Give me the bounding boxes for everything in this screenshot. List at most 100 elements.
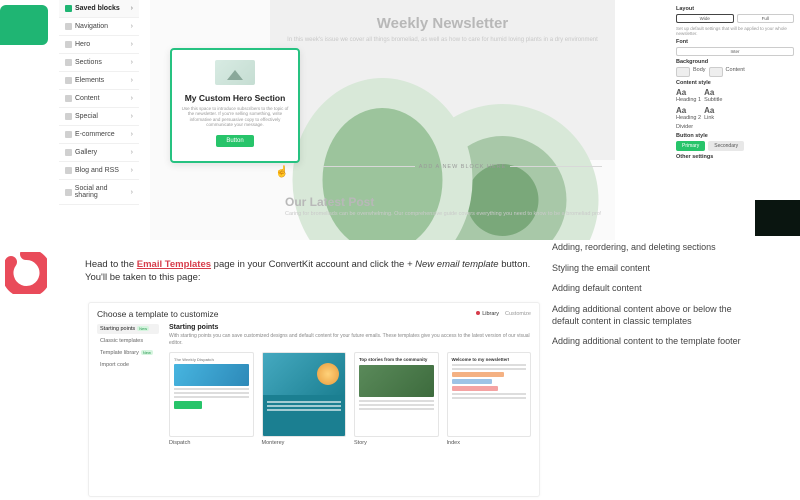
section-heading: Starting points — [169, 324, 531, 331]
tab-customize[interactable]: Customize — [505, 311, 531, 317]
template-thumb: Welcome to my newsletter! — [447, 352, 532, 437]
cat-import-code[interactable]: Import code — [97, 360, 159, 370]
dark-panel — [755, 200, 800, 236]
chevron-right-icon: › — [131, 23, 133, 30]
sidebar-item-label: Gallery — [75, 149, 97, 156]
sidebar-item-label: Content — [75, 95, 100, 102]
template-selector: Choose a template to customize Library C… — [88, 302, 540, 497]
template-card-index[interactable]: Welcome to my newsletter! Index — [447, 352, 532, 446]
blocks-sidebar: Saved blocks › Navigation › Hero › Sections… — [59, 0, 139, 205]
template-card-dispatch[interactable]: The Weekly Dispatch Dispatch — [169, 352, 254, 446]
sidebar-item-label: Saved blocks — [75, 5, 120, 12]
sidebar-item-saved-blocks[interactable]: Saved blocks › — [59, 0, 139, 18]
nav-icon — [65, 23, 72, 30]
layout-option-full[interactable]: Full — [737, 14, 795, 23]
brand-bubble — [0, 5, 48, 45]
chevron-right-icon: › — [131, 131, 133, 138]
latest-post-subtitle: Caring for bromeliads can be overwhelmin… — [285, 211, 601, 218]
content-style-label: Content style — [676, 80, 794, 86]
chevron-right-icon: › — [131, 113, 133, 120]
sidebar-item-sections[interactable]: Sections › — [59, 54, 139, 72]
add-block-dropzone[interactable]: ADD A NEW BLOCK HERE — [310, 160, 615, 174]
bg-swatch-content[interactable] — [709, 67, 723, 77]
sidebar-item-label: Elements — [75, 77, 104, 84]
editor-canvas[interactable]: Weekly Newsletter In this week's issue w… — [150, 0, 615, 240]
heading2-sample[interactable]: Aa — [676, 106, 686, 115]
sidebar-item-content[interactable]: Content › — [59, 90, 139, 108]
toc-item[interactable]: Styling the email content — [552, 263, 752, 275]
template-card-monterey[interactable]: Monterey — [262, 352, 347, 446]
button-name: + New email template — [407, 259, 499, 270]
toc-item[interactable]: Adding additional content to the templat… — [552, 336, 752, 348]
cursor-pointer-icon: ☝ — [275, 165, 289, 178]
heading1-sample[interactable]: Aa — [676, 88, 686, 97]
email-templates-link[interactable]: Email Templates — [137, 259, 211, 270]
chevron-right-icon: › — [131, 59, 133, 66]
dot-icon — [476, 311, 480, 315]
elements-icon — [65, 77, 72, 84]
sidebar-item-blog[interactable]: Blog and RSS› — [59, 162, 139, 180]
template-name: Monterey — [262, 440, 347, 446]
section-description: With starting points you can save custom… — [169, 333, 531, 346]
background-label: Background — [676, 59, 794, 65]
template-categories: Starting pointsNew Classic templates Tem… — [97, 324, 159, 446]
button-style-primary[interactable]: Primary — [676, 141, 705, 151]
template-name: Dispatch — [169, 440, 254, 446]
layout-label: Layout — [676, 6, 794, 12]
cat-starting-points[interactable]: Starting pointsNew — [97, 324, 159, 334]
font-select[interactable]: Inter — [676, 47, 794, 56]
gallery-icon — [65, 149, 72, 156]
chevron-right-icon: › — [131, 5, 133, 12]
sections-icon — [65, 59, 72, 66]
chevron-right-icon: › — [131, 189, 133, 196]
button-style-secondary[interactable]: Secondary — [708, 141, 744, 151]
hero-icon — [65, 41, 72, 48]
custom-hero-card[interactable]: My Custom Hero Section Use this space to… — [170, 48, 300, 163]
chevron-right-icon: › — [131, 95, 133, 102]
hero-card-button[interactable]: Button — [216, 135, 253, 147]
tab-library[interactable]: Library — [476, 311, 499, 317]
sidebar-item-ecommerce[interactable]: E-commerce › — [59, 126, 139, 144]
newsletter-title: Weekly Newsletter — [270, 15, 615, 32]
sidebar-item-social[interactable]: Social and sharing› — [59, 180, 139, 205]
toc-item[interactable]: Adding additional content above or below… — [552, 304, 752, 327]
layout-option-wide[interactable]: Wide — [676, 14, 734, 23]
sidebar-item-navigation[interactable]: Navigation › — [59, 18, 139, 36]
sidebar-item-gallery[interactable]: Gallery › — [59, 144, 139, 162]
sidebar-item-elements[interactable]: Elements › — [59, 72, 139, 90]
cat-library[interactable]: Template libraryNew — [97, 348, 159, 358]
chevron-right-icon: › — [131, 149, 133, 156]
badge-new: New — [137, 326, 149, 331]
template-card-story[interactable]: Top stories from the community Story — [354, 352, 439, 446]
ecommerce-icon — [65, 131, 72, 138]
link-sample[interactable]: Aa — [704, 106, 714, 115]
subtitle-sample[interactable]: Aa — [704, 88, 714, 97]
newsletter-subtitle: In this week's issue we cover all things… — [270, 36, 615, 44]
sidebar-item-label: Navigation — [75, 23, 108, 30]
sidebar-item-label: Hero — [75, 41, 90, 48]
hero-placeholder-image — [215, 60, 255, 85]
template-name: Story — [354, 440, 439, 446]
toc-item[interactable]: Adding, reordering, and deleting section… — [552, 242, 752, 254]
divider-label[interactable]: Divider — [676, 124, 693, 130]
cat-classic[interactable]: Classic templates — [97, 336, 159, 346]
sidebar-item-label: E-commerce — [75, 131, 115, 138]
sidebar-item-label: Social and sharing — [75, 185, 131, 199]
sidebar-item-special[interactable]: Special › — [59, 108, 139, 126]
font-label: Font — [676, 39, 794, 45]
sidebar-item-hero[interactable]: Hero › — [59, 36, 139, 54]
content-icon — [65, 95, 72, 102]
template-thumb: The Weekly Dispatch — [169, 352, 254, 437]
template-thumb — [262, 352, 347, 437]
template-thumb: Top stories from the community — [354, 352, 439, 437]
latest-post-title: Our Latest Post — [285, 195, 601, 209]
sidebar-item-label: Sections — [75, 59, 102, 66]
chevron-right-icon: › — [131, 41, 133, 48]
latest-post-block[interactable]: Our Latest Post Caring for bromeliads ca… — [285, 195, 601, 218]
toc-item[interactable]: Adding default content — [552, 283, 752, 295]
sidebar-item-label: Special — [75, 113, 98, 120]
chevron-right-icon: › — [131, 77, 133, 84]
brand-logo-icon — [5, 252, 47, 294]
other-settings-label[interactable]: Other settings — [676, 154, 794, 160]
bg-swatch-body[interactable] — [676, 67, 690, 77]
